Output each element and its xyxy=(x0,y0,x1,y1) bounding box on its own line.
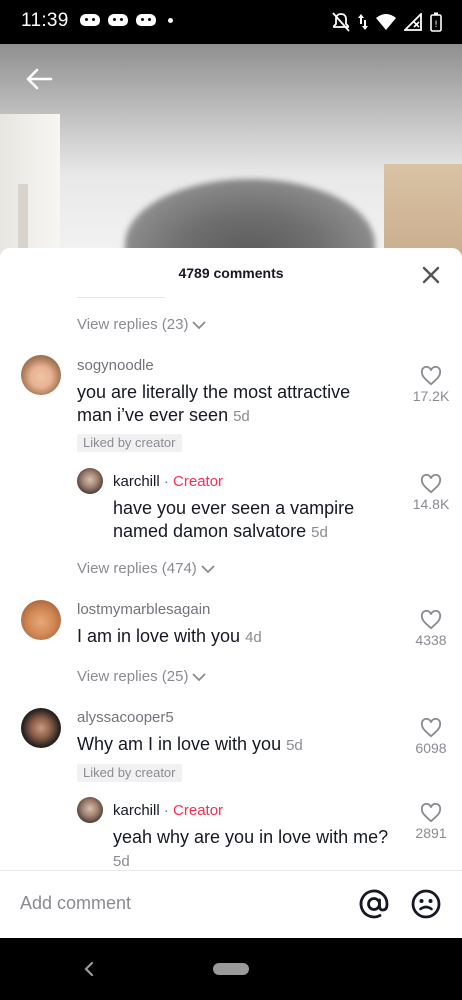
reply-avatar[interactable] xyxy=(77,468,103,494)
comment-text-line: Why am I in love with you xyxy=(77,734,282,754)
emoji-button[interactable] xyxy=(410,888,442,920)
reply-username[interactable]: karchill xyxy=(113,473,160,490)
reply-text: have you ever seen a vampire named damon… xyxy=(113,497,354,544)
notification-icons xyxy=(80,13,173,27)
comments-sheet: 4789 comments View replies (23) sogynood… xyxy=(0,248,462,938)
view-replies-label: View replies (25) xyxy=(77,668,189,685)
chevron-down-icon xyxy=(192,672,207,681)
chevron-left-icon xyxy=(84,961,94,977)
add-comment-input[interactable]: Add comment xyxy=(20,893,131,914)
view-replies-label: View replies (474) xyxy=(77,560,197,577)
more-notifications-dot xyxy=(168,17,173,23)
chevron-down-icon xyxy=(201,564,215,573)
chevron-down-icon xyxy=(192,320,207,329)
like-count: 4338 xyxy=(415,632,447,648)
add-comment-bar: Add comment xyxy=(0,870,462,938)
like-button[interactable]: 2891 xyxy=(401,803,461,841)
like-button[interactable]: 14.8K xyxy=(401,474,461,512)
like-button[interactable]: 4338 xyxy=(401,610,461,648)
nav-back-button[interactable] xyxy=(82,960,96,978)
comment-text-line: I am in love with you xyxy=(77,626,241,646)
comment-username[interactable]: sogynoodle xyxy=(77,357,154,374)
like-button[interactable]: 17.2K xyxy=(401,366,461,404)
gamepad-icon xyxy=(136,13,156,27)
separator-dot: · xyxy=(163,802,169,819)
view-replies-label: View replies (23) xyxy=(77,316,189,333)
avatar[interactable] xyxy=(21,355,61,395)
like-count: 2891 xyxy=(415,825,447,841)
like-count: 17.2K xyxy=(412,388,450,404)
reply-username-line: karchill · Creator xyxy=(113,473,223,490)
mention-button[interactable] xyxy=(358,888,390,920)
liked-by-creator-badge: Liked by creator xyxy=(77,434,182,452)
reply-text-line: have you ever seen a vampire xyxy=(113,498,355,518)
comments-count-title: 4789 comments xyxy=(178,265,284,281)
heart-icon xyxy=(420,803,442,823)
heart-icon xyxy=(420,610,442,630)
gamepad-icon xyxy=(80,13,100,27)
system-nav-bar xyxy=(0,938,462,1000)
liked-by-creator-badge: Liked by creator xyxy=(77,764,182,782)
video-wall xyxy=(0,114,60,264)
view-replies-link[interactable]: View replies (474) xyxy=(77,560,215,577)
wifi-icon xyxy=(376,14,396,30)
video-preview[interactable] xyxy=(0,44,462,264)
nav-home-pill[interactable] xyxy=(213,963,249,975)
creator-label: Creator xyxy=(173,802,224,819)
comment-username[interactable]: alyssacooper5 xyxy=(77,709,174,726)
close-button[interactable] xyxy=(420,264,442,286)
comment-text: Why am I in love with you 5d xyxy=(77,733,303,757)
separator-dot: · xyxy=(163,473,169,490)
reply-text: yeah why are you in love with me? 5d xyxy=(113,826,403,873)
emoji-icon xyxy=(411,889,441,919)
creator-label: Creator xyxy=(173,473,224,490)
sheet-header: 4789 comments xyxy=(0,248,462,298)
view-replies-link[interactable]: View replies (25) xyxy=(77,668,207,685)
reply-username-line: karchill · Creator xyxy=(113,802,223,819)
reply-time: 5d xyxy=(113,853,130,870)
view-replies-link[interactable]: View replies (23) xyxy=(77,316,207,333)
reply-username[interactable]: karchill xyxy=(113,802,160,819)
comment-time: 5d xyxy=(286,737,303,754)
like-count: 14.8K xyxy=(412,496,450,512)
battery-icon: ! xyxy=(430,12,442,32)
reply-text-line: named damon salvatore xyxy=(113,521,307,541)
divider xyxy=(77,297,165,298)
reply-avatar[interactable] xyxy=(77,797,103,823)
gamepad-icon xyxy=(108,13,128,27)
svg-text:!: ! xyxy=(434,20,438,30)
reply-time: 5d xyxy=(311,524,328,541)
data-arrows-icon xyxy=(358,14,368,30)
status-bar: 11:39 ! xyxy=(0,0,462,44)
comment-text: you are literally the most attractive ma… xyxy=(77,381,350,428)
heart-icon xyxy=(420,718,442,738)
heart-icon xyxy=(420,366,442,386)
comment-username[interactable]: lostmymarblesagain xyxy=(77,601,210,618)
mute-icon xyxy=(332,12,350,32)
comment-text-line: man i’ve ever seen xyxy=(77,405,229,425)
avatar[interactable] xyxy=(21,600,61,640)
back-button[interactable] xyxy=(22,62,56,96)
comment-text: I am in love with you 4d xyxy=(77,625,262,649)
avatar[interactable] xyxy=(21,708,61,748)
at-icon xyxy=(359,889,389,919)
like-count: 6098 xyxy=(415,740,447,756)
status-time: 11:39 xyxy=(21,10,69,31)
close-icon xyxy=(422,266,440,284)
back-arrow-icon xyxy=(26,68,53,90)
reply-text-line: yeah why are you in love with me? xyxy=(113,827,389,847)
signal-icon xyxy=(404,13,422,31)
system-icons: ! xyxy=(332,12,442,32)
comment-time: 5d xyxy=(233,408,250,425)
comment-time: 4d xyxy=(245,629,262,646)
comment-text-line: you are literally the most attractive xyxy=(77,382,351,402)
like-button[interactable]: 6098 xyxy=(401,718,461,756)
heart-icon xyxy=(420,474,442,494)
